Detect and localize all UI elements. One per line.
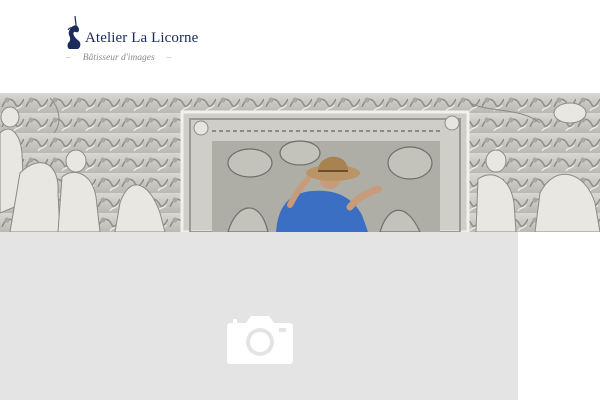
tagline-dash-right: –: [166, 53, 172, 63]
site-header: Atelier La Licorne – Bâtisseur d'images …: [0, 0, 600, 93]
image-placeholder: [0, 232, 518, 400]
stone-relief-carving-photo: [0, 93, 600, 232]
site-logo-link[interactable]: Atelier La Licorne: [66, 16, 198, 50]
brand-name: Atelier La Licorne: [85, 30, 199, 46]
tagline-text: Bâtisseur d'images: [82, 53, 155, 63]
hero-banner-image: [0, 93, 600, 232]
tagline-dash-left: –: [66, 53, 71, 63]
tagline: – Bâtisseur d'images –: [66, 53, 171, 63]
unicorn-icon: [67, 16, 81, 49]
camera-icon: [227, 316, 293, 364]
